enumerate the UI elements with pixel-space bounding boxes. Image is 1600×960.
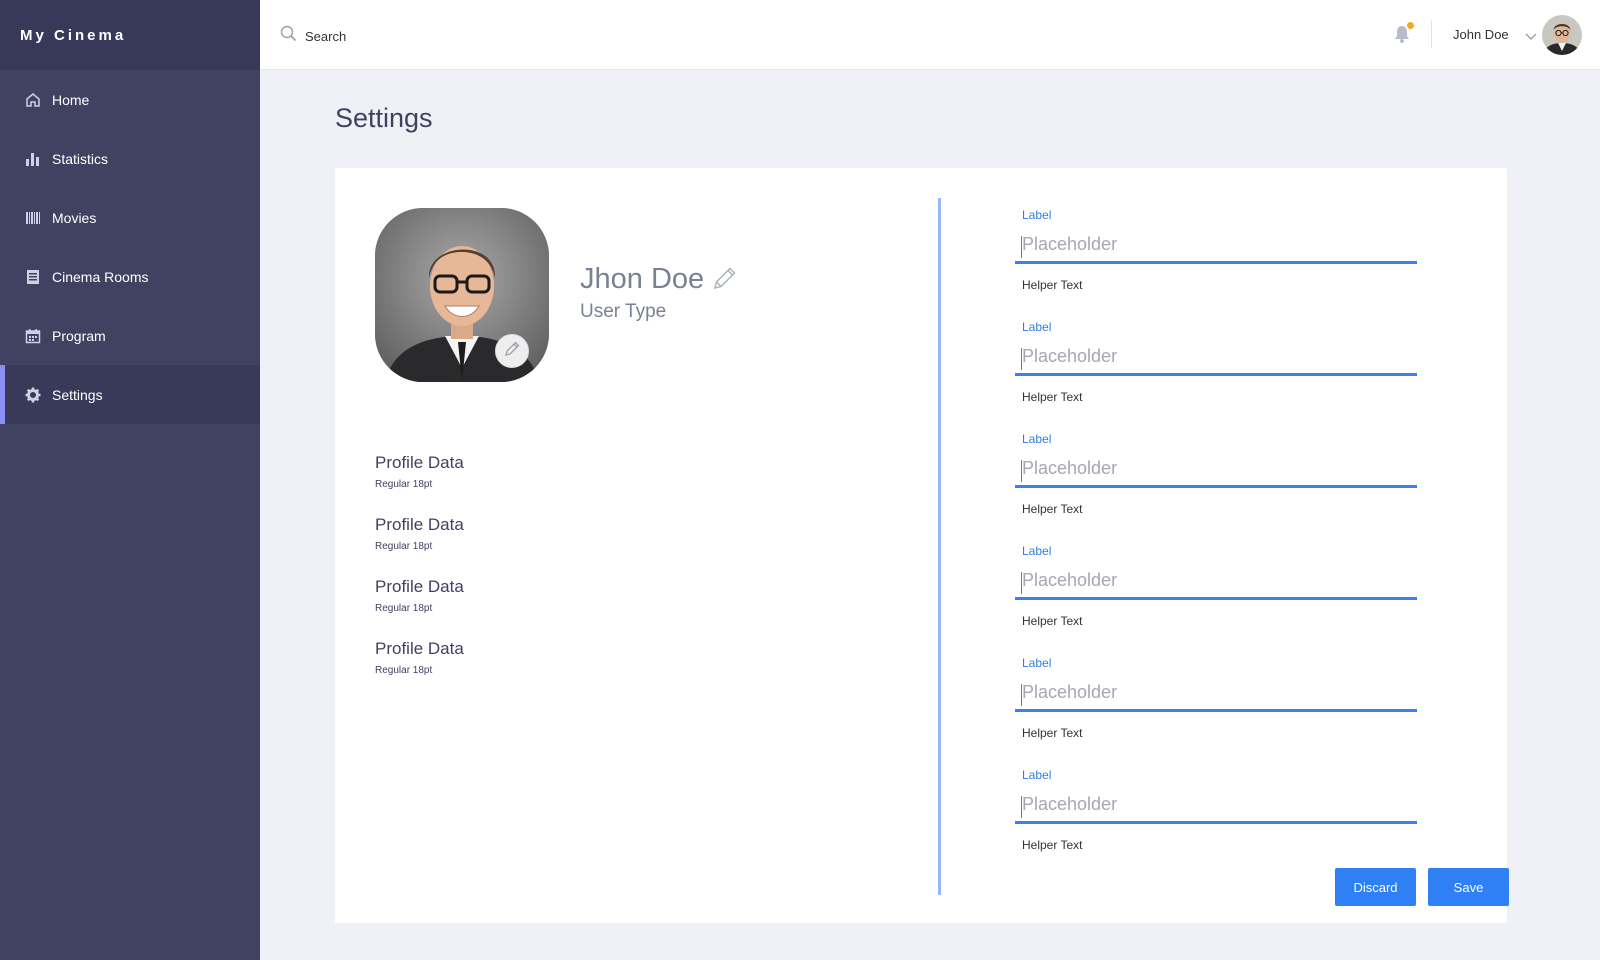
save-button[interactable]: Save <box>1428 868 1509 906</box>
profile-data-subtitle: Regular 18pt <box>375 479 433 490</box>
text-input[interactable] <box>1022 346 1417 367</box>
form-field: Label Helper Text <box>1015 320 1417 404</box>
field-label: Label <box>1022 432 1052 446</box>
text-input[interactable] <box>1022 234 1417 255</box>
sidebar-item-label: Cinema Rooms <box>52 268 149 285</box>
profile-data-item: Profile Data Regular 18pt <box>375 639 464 676</box>
helper-text: Helper Text <box>1022 278 1083 292</box>
profile-data-item: Profile Data Regular 18pt <box>375 577 464 614</box>
form-field: Label Helper Text <box>1015 432 1417 516</box>
user-name[interactable]: John Doe <box>1453 27 1509 42</box>
divider <box>1431 20 1432 48</box>
sidebar-item-cinema-rooms[interactable]: Cinema Rooms <box>0 247 260 306</box>
topbar: John Doe <box>260 0 1600 70</box>
home-icon <box>24 91 42 109</box>
text-field <box>1015 676 1417 712</box>
sidebar-item-label: Home <box>52 91 90 108</box>
page-title: Settings <box>335 103 433 133</box>
field-label: Label <box>1022 656 1052 670</box>
field-label: Label <box>1022 544 1052 558</box>
profile-data-subtitle: Regular 18pt <box>375 541 433 552</box>
statistics-icon <box>24 150 42 168</box>
chevron-down-icon[interactable] <box>1525 28 1537 46</box>
settings-icon <box>24 386 42 404</box>
sidebar-item-settings[interactable]: Settings <box>0 365 260 424</box>
helper-text: Helper Text <box>1022 838 1083 852</box>
text-field <box>1015 452 1417 488</box>
form-field: Label Helper Text <box>1015 768 1417 852</box>
pencil-icon[interactable] <box>712 265 738 296</box>
form-field: Label Helper Text <box>1015 656 1417 740</box>
field-label: Label <box>1022 768 1052 782</box>
sidebar-nav: Home Statistics Movies Cinema Rooms Prog… <box>0 70 260 424</box>
sidebar-item-home[interactable]: Home <box>0 70 260 129</box>
notification-badge <box>1407 22 1414 29</box>
text-input[interactable] <box>1022 794 1417 815</box>
text-field <box>1015 340 1417 376</box>
sidebar-item-label: Program <box>52 327 106 344</box>
sidebar-item-movies[interactable]: Movies <box>0 188 260 247</box>
sidebar-item-label: Settings <box>52 386 103 403</box>
helper-text: Helper Text <box>1022 390 1083 404</box>
form-field: Label Helper Text <box>1015 544 1417 628</box>
discard-button[interactable]: Discard <box>1335 868 1416 906</box>
helper-text: Helper Text <box>1022 726 1083 740</box>
settings-card: Jhon Doe User Type Profile Data Regular … <box>335 168 1509 923</box>
sidebar-item-label: Movies <box>52 209 97 226</box>
pencil-icon <box>503 340 521 363</box>
notifications-button[interactable] <box>1393 22 1414 44</box>
search-icon <box>280 25 297 47</box>
movies-icon <box>24 209 42 227</box>
brand-title: My Cinema <box>20 26 127 44</box>
sidebar-item-program[interactable]: Program <box>0 306 260 365</box>
profile-data-title: Profile Data <box>375 577 464 596</box>
text-input[interactable] <box>1022 682 1417 703</box>
edit-photo-button[interactable] <box>495 334 529 368</box>
profile-data-item: Profile Data Regular 18pt <box>375 515 464 552</box>
avatar[interactable] <box>1542 15 1582 55</box>
vertical-divider <box>938 198 941 895</box>
brand: My Cinema <box>0 0 260 70</box>
profile-data-item: Profile Data Regular 18pt <box>375 453 464 490</box>
text-field <box>1015 564 1417 600</box>
profile-data-subtitle: Regular 18pt <box>375 665 433 676</box>
profile-data-title: Profile Data <box>375 453 464 472</box>
cinema-rooms-icon <box>24 268 42 286</box>
text-input[interactable] <box>1022 458 1417 479</box>
sidebar-item-statistics[interactable]: Statistics <box>0 129 260 188</box>
profile-data-title: Profile Data <box>375 639 464 658</box>
profile-name: Jhon Doe <box>580 263 705 295</box>
user-type: User Type <box>580 301 667 322</box>
helper-text: Helper Text <box>1022 614 1083 628</box>
program-icon <box>24 327 42 345</box>
text-field <box>1015 788 1417 824</box>
text-field <box>1015 228 1417 264</box>
profile-data-title: Profile Data <box>375 515 464 534</box>
sidebar-item-label: Statistics <box>52 150 109 167</box>
field-label: Label <box>1022 320 1052 334</box>
profile-data-subtitle: Regular 18pt <box>375 603 433 614</box>
field-label: Label <box>1022 208 1052 222</box>
search-input[interactable] <box>305 28 505 44</box>
helper-text: Helper Text <box>1022 502 1083 516</box>
search-bar <box>280 25 505 47</box>
text-input[interactable] <box>1022 570 1417 591</box>
sidebar: My Cinema Home Statistics Movies Cinema … <box>0 0 260 960</box>
form-field: Label Helper Text <box>1015 208 1417 292</box>
bell-icon <box>1393 26 1411 48</box>
